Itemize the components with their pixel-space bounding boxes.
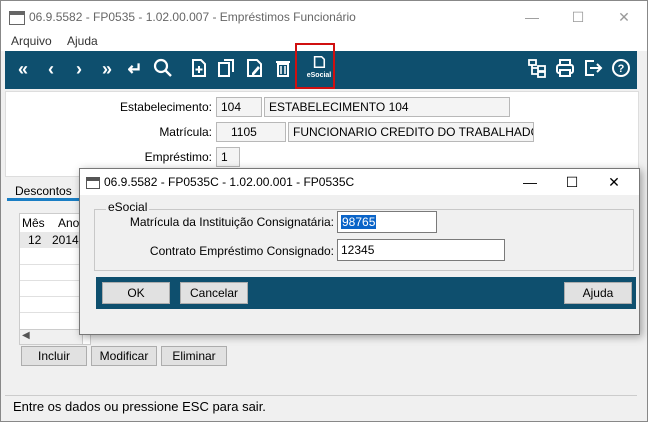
dialog-close-button[interactable]: ✕ bbox=[594, 169, 634, 195]
emprestimo-field[interactable]: 1 bbox=[216, 147, 240, 167]
print-icon[interactable] bbox=[553, 57, 577, 81]
dialog-title-bar: 06.9.5582 - FP0535C - 1.02.00.001 - FP05… bbox=[80, 169, 639, 195]
grid-header-ano: Ano bbox=[58, 216, 80, 230]
esocial-highlight bbox=[295, 43, 335, 89]
horizontal-scrollbar[interactable]: ◀ bbox=[19, 329, 83, 345]
status-text: Entre os dados ou pressione ESC para sai… bbox=[13, 399, 266, 414]
grid-cell-mes: 12 bbox=[28, 233, 42, 247]
minimize-button[interactable]: — bbox=[509, 1, 555, 33]
close-button[interactable]: ✕ bbox=[601, 1, 647, 33]
menu-ajuda[interactable]: Ajuda bbox=[67, 34, 98, 48]
copy-icon[interactable] bbox=[215, 57, 239, 81]
return-icon[interactable]: ↵ bbox=[123, 57, 147, 81]
dialog-maximize-button[interactable]: ☐ bbox=[552, 169, 592, 195]
exit-icon[interactable] bbox=[581, 57, 605, 81]
estabelecimento-label: Estabelecimento: bbox=[119, 100, 212, 114]
matricula-instituicao-field[interactable]: 98765 bbox=[337, 211, 437, 233]
prev-icon[interactable]: ‹ bbox=[39, 57, 63, 81]
modificar-button[interactable]: Modificar bbox=[91, 346, 157, 366]
tab-descontos-label: Descontos bbox=[15, 184, 72, 198]
estabelecimento-name-field: ESTABELECIMENTO 104 bbox=[264, 97, 510, 117]
contrato-field[interactable]: 12345 bbox=[337, 239, 505, 261]
matricula-label: Matrícula: bbox=[159, 125, 212, 139]
delete-icon[interactable] bbox=[271, 57, 295, 81]
tab-active-indicator bbox=[7, 198, 81, 201]
grid-cell-ano: 2014 bbox=[52, 233, 79, 247]
matricula-instituicao-label: Matrícula da Instituição Consignatária: bbox=[129, 215, 334, 229]
dialog-title: 06.9.5582 - FP0535C - 1.02.00.001 - FP05… bbox=[104, 175, 355, 189]
status-bar: Entre os dados ou pressione ESC para sai… bbox=[5, 395, 637, 418]
last-icon[interactable]: » bbox=[95, 57, 119, 81]
first-icon[interactable]: « bbox=[11, 57, 35, 81]
contrato-label: Contrato Empréstimo Consignado: bbox=[149, 244, 334, 258]
form-panel: Estabelecimento: 104 ESTABELECIMENTO 104… bbox=[5, 91, 639, 177]
dialog-button-bar bbox=[96, 277, 636, 309]
scroll-left-icon[interactable]: ◀ bbox=[22, 330, 30, 341]
estabelecimento-code-field[interactable]: 104 bbox=[216, 97, 262, 117]
help-icon[interactable]: ? bbox=[609, 57, 633, 81]
eliminar-button[interactable]: Eliminar bbox=[161, 346, 227, 366]
title-bar: 06.9.5582 - FP0535 - 1.02.00.007 - Empré… bbox=[1, 1, 647, 33]
incluir-button[interactable]: Incluir bbox=[21, 346, 87, 366]
menu-arquivo[interactable]: Arquivo bbox=[11, 34, 52, 48]
edit-icon[interactable] bbox=[243, 57, 267, 81]
grid-header-mes: Mês bbox=[22, 216, 45, 230]
emprestimo-label: Empréstimo: bbox=[144, 150, 212, 164]
search-icon[interactable] bbox=[151, 57, 175, 81]
dialog-window-icon bbox=[86, 177, 100, 189]
group-label: eSocial bbox=[106, 200, 150, 214]
window-title: 06.9.5582 - FP0535 - 1.02.00.007 - Empré… bbox=[29, 10, 356, 24]
maximize-button[interactable]: ☐ bbox=[555, 1, 601, 33]
app-window-icon bbox=[9, 11, 25, 25]
svg-text:?: ? bbox=[618, 63, 625, 75]
new-icon[interactable] bbox=[187, 57, 211, 81]
tree-icon[interactable] bbox=[525, 57, 549, 81]
esocial-dialog: 06.9.5582 - FP0535C - 1.02.00.001 - FP05… bbox=[79, 168, 640, 335]
ajuda-button[interactable]: Ajuda bbox=[564, 282, 632, 304]
next-icon[interactable]: › bbox=[67, 57, 91, 81]
ok-button[interactable]: OK bbox=[102, 282, 170, 304]
dialog-minimize-button[interactable]: — bbox=[510, 169, 550, 195]
matricula-instituicao-value: 98765 bbox=[341, 215, 377, 229]
matricula-name-field: FUNCIONARIO CREDITO DO TRABALHADOR bbox=[288, 122, 534, 142]
cancelar-button[interactable]: Cancelar bbox=[180, 282, 248, 304]
matricula-code-field[interactable]: 1105 bbox=[216, 122, 286, 142]
